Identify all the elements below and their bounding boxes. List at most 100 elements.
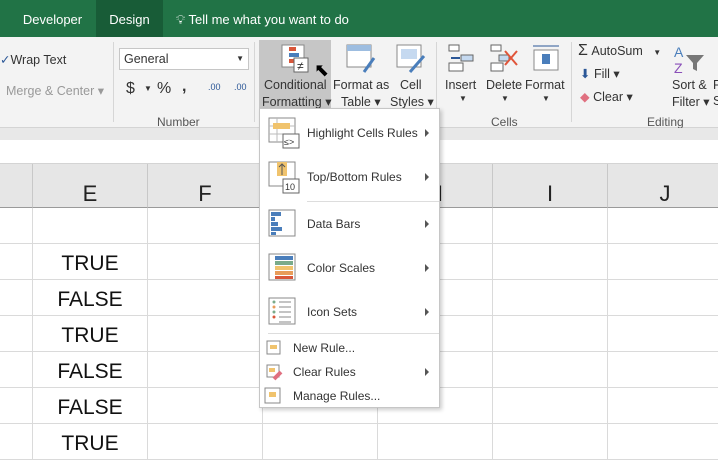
column-header-f[interactable]: F — [148, 164, 263, 208]
cell[interactable] — [608, 424, 718, 460]
decrease-decimal-button[interactable]: .00 — [234, 82, 247, 92]
increase-decimal-button[interactable]: .00 — [208, 82, 221, 92]
tab-design[interactable]: Design — [96, 0, 163, 37]
cell-e4[interactable]: TRUE — [33, 316, 148, 352]
cell[interactable] — [608, 280, 718, 316]
highlight-cells-icon: ≤> — [268, 117, 300, 149]
mouse-cursor-icon: ⬉ — [314, 60, 330, 80]
format-cells-icon — [533, 45, 559, 71]
fill-down-icon: ⬇ — [580, 67, 591, 81]
conditional-formatting-icon: ≠ — [281, 44, 309, 73]
delete-button[interactable]: Delete ▼ — [484, 40, 524, 108]
cell[interactable] — [493, 352, 608, 388]
insert-button[interactable]: Insert ▼ — [442, 40, 482, 108]
cell-e5[interactable]: FALSE — [33, 352, 148, 388]
group-label-number: Number — [157, 115, 200, 129]
conditional-formatting-menu: ≤> Highlight Cells Rules 10 Top/Bottom R… — [259, 108, 440, 408]
column-header-i[interactable]: I — [493, 164, 608, 208]
top-bottom-icon: 10 — [268, 161, 300, 194]
cell[interactable] — [148, 316, 263, 352]
manage-rules-icon — [264, 387, 281, 404]
cell[interactable] — [0, 244, 33, 280]
cell[interactable] — [493, 244, 608, 280]
menu-item-top-bottom-rules[interactable]: 10 Top/Bottom Rules — [260, 157, 439, 197]
comma-button[interactable]: , — [182, 78, 186, 96]
format-as-table-button[interactable]: Format as Table ▾ — [332, 40, 389, 109]
cell[interactable] — [263, 424, 378, 460]
column-header-e[interactable]: E — [33, 164, 148, 208]
svg-text:Z: Z — [674, 60, 683, 76]
cell-e1[interactable] — [33, 208, 148, 244]
menu-item-data-bars[interactable]: Data Bars — [260, 205, 439, 245]
cell[interactable] — [0, 280, 33, 316]
cell[interactable] — [148, 424, 263, 460]
cell-styles-button[interactable]: Cell Styles ▾ — [388, 40, 434, 109]
cell[interactable] — [493, 208, 608, 244]
merge-center-button[interactable]: Merge & Center ▾ — [6, 83, 104, 98]
cell-e7[interactable]: TRUE — [33, 424, 148, 460]
sort-filter-button[interactable]: AZ Sort & Filter ▾ — [670, 40, 712, 109]
insert-cells-icon — [448, 44, 474, 72]
cell[interactable] — [0, 352, 33, 388]
format-table-icon — [346, 44, 376, 73]
percent-button[interactable]: % — [157, 80, 171, 98]
cell[interactable] — [608, 352, 718, 388]
wrap-text-button[interactable]: ✓Wrap Text — [0, 52, 66, 67]
number-format-select[interactable]: General ▼ — [119, 48, 249, 70]
cell[interactable] — [378, 424, 493, 460]
clear-rules-icon — [266, 364, 283, 381]
menu-item-clear-rules[interactable]: Clear Rules — [260, 361, 439, 383]
cell-e3[interactable]: FALSE — [33, 280, 148, 316]
chevron-down-icon[interactable]: ▼ — [144, 84, 152, 93]
currency-button[interactable]: $ — [126, 80, 135, 98]
icon-sets-icon — [268, 297, 296, 325]
cell[interactable] — [0, 388, 33, 424]
new-rule-icon — [266, 340, 281, 355]
menu-item-highlight-cells-rules[interactable]: ≤> Highlight Cells Rules — [260, 113, 439, 153]
cell-e2[interactable]: TRUE — [33, 244, 148, 280]
cell-e6[interactable]: FALSE — [33, 388, 148, 424]
lightbulb-icon: 💡︎ — [176, 12, 189, 27]
color-scales-icon — [268, 253, 296, 281]
clear-button[interactable]: ◆ Clear ▾ — [580, 89, 633, 104]
cell[interactable] — [148, 280, 263, 316]
autosum-button[interactable]: Σ AutoSum ▼ — [578, 42, 661, 60]
cell-styles-icon — [396, 44, 426, 73]
svg-text:A: A — [674, 44, 684, 60]
find-select-button[interactable]: F — [713, 78, 718, 92]
cell[interactable] — [493, 388, 608, 424]
cell[interactable] — [493, 424, 608, 460]
eraser-icon: ◆ — [580, 90, 590, 104]
cell[interactable] — [493, 316, 608, 352]
cell[interactable] — [0, 316, 33, 352]
cell[interactable] — [148, 352, 263, 388]
menu-item-manage-rules[interactable]: Manage Rules... — [260, 385, 439, 407]
cell[interactable] — [493, 280, 608, 316]
group-label-editing: Editing — [647, 115, 684, 129]
cell[interactable] — [148, 208, 263, 244]
ribbon-tab-bar: Developer Design 💡︎ Tell me what you wan… — [0, 0, 718, 37]
column-header-j[interactable]: J — [608, 164, 718, 208]
cell[interactable] — [0, 424, 33, 460]
format-button[interactable]: Format ▼ — [525, 40, 567, 108]
fill-button[interactable]: ⬇ Fill ▾ — [580, 66, 620, 81]
sort-filter-icon: AZ — [674, 44, 704, 76]
cell[interactable] — [608, 316, 718, 352]
cell[interactable] — [608, 208, 718, 244]
cell[interactable] — [608, 244, 718, 280]
tell-me-search[interactable]: 💡︎ Tell me what you want to do — [176, 0, 356, 37]
svg-text:≠: ≠ — [297, 59, 304, 73]
svg-text:≤>: ≤> — [284, 137, 294, 147]
cell[interactable] — [608, 388, 718, 424]
group-label-cells: Cells — [491, 115, 518, 129]
cell[interactable] — [148, 388, 263, 424]
menu-item-icon-sets[interactable]: Icon Sets — [260, 293, 439, 333]
svg-text:10: 10 — [285, 182, 295, 192]
menu-item-new-rule[interactable]: New Rule... — [260, 337, 439, 359]
menu-item-color-scales[interactable]: Color Scales — [260, 249, 439, 289]
cell[interactable] — [148, 244, 263, 280]
tab-developer[interactable]: Developer — [10, 0, 95, 37]
delete-cells-icon — [490, 44, 518, 72]
sigma-icon: Σ — [578, 42, 588, 59]
cell[interactable] — [0, 208, 33, 244]
